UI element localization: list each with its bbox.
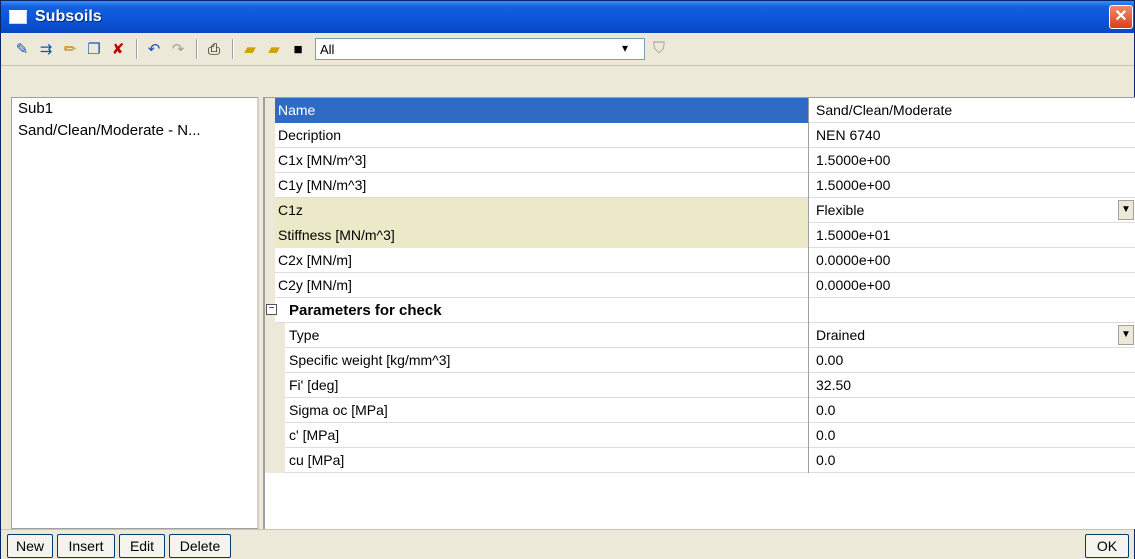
property-label: Fi' [deg] [285,373,809,398]
row-gutter [265,273,275,298]
property-row-name[interactable]: Name Sand/Clean/Moderate [265,98,1135,123]
row-gutter [265,98,275,123]
row-gutter [265,423,285,448]
row-gutter [265,198,275,223]
property-row-stiffness[interactable]: Stiffness [MN/m^3] 1.5000e+01 [265,223,1135,248]
property-row-specific-weight[interactable]: Specific weight [kg/mm^3] 0.00 [265,348,1135,373]
row-gutter [265,223,275,248]
save-disk-icon[interactable]: ■ [287,38,309,60]
window-icon [9,10,27,24]
new-button[interactable]: New [7,534,53,558]
property-label: C1y [MN/m^3] [275,173,809,198]
property-value[interactable]: Sand/Clean/Moderate [810,98,1135,123]
subsoils-window: Subsoils ✕ ✎ ⇉ ✏ ❐ ✘ ↶ ↷ ⎙ ▰ ▰ ■ All ▾ ⛉… [0,0,1135,559]
list-item[interactable]: Sand/Clean/Moderate - N... [12,120,257,142]
toolbar: ✎ ⇉ ✏ ❐ ✘ ↶ ↷ ⎙ ▰ ▰ ■ All ▾ ⛉ [1,33,1134,66]
property-value[interactable]: Drained [810,323,1135,348]
property-row-c1x[interactable]: C1x [MN/m^3] 1.5000e+00 [265,148,1135,173]
delete-icon[interactable]: ✘ [107,38,129,60]
property-row-c2x[interactable]: C2x [MN/m] 0.0000e+00 [265,248,1135,273]
property-row-c1z[interactable]: C1z Flexible ▼ [265,198,1135,223]
row-gutter [265,173,275,198]
group-label: Parameters for check [285,298,809,323]
property-value[interactable]: 0.0 [810,398,1135,423]
row-gutter [265,373,285,398]
property-grid: Name Sand/Clean/Moderate Decription NEN … [263,97,1135,529]
property-value[interactable]: 1.5000e+01 [810,223,1135,248]
property-value[interactable]: 0.0 [810,423,1135,448]
property-row-c-prime[interactable]: c' [MPa] 0.0 [265,423,1135,448]
filter-select[interactable]: All ▾ [315,38,645,60]
funnel-filter-icon[interactable]: ⛉ [653,40,665,58]
property-label: cu [MPa] [285,448,809,473]
dropdown-arrow-icon[interactable]: ▼ [1118,325,1134,345]
row-gutter [265,248,275,273]
row-gutter [265,448,285,473]
open-folder-icon[interactable]: ▰ [239,38,261,60]
delete-button[interactable]: Delete [169,534,231,558]
import-folder-icon[interactable]: ▰ [263,38,285,60]
property-label: Specific weight [kg/mm^3] [285,348,809,373]
undo-icon[interactable]: ↶ [143,38,165,60]
row-gutter [265,348,285,373]
ok-button[interactable]: OK [1085,534,1129,558]
property-row-c2y[interactable]: C2y [MN/m] 0.0000e+00 [265,273,1135,298]
subsoil-list: Sub1 Sand/Clean/Moderate - N... [11,97,259,529]
edit-pencil-icon[interactable]: ✏ [59,38,81,60]
filter-value: All [320,42,335,57]
property-label: Name [275,98,809,123]
property-row-fi[interactable]: Fi' [deg] 32.50 [265,373,1135,398]
property-value [810,298,1135,323]
property-label: C1x [MN/m^3] [275,148,809,173]
property-row-description[interactable]: Decription NEN 6740 [265,123,1135,148]
property-label: C2x [MN/m] [275,248,809,273]
row-gutter [265,323,285,348]
insert-icon[interactable]: ⇉ [35,38,57,60]
property-value[interactable]: 0.0 [810,448,1135,473]
property-value[interactable]: Flexible [810,198,1135,223]
property-label: Sigma oc [MPa] [285,398,809,423]
property-value[interactable]: 0.0000e+00 [810,248,1135,273]
close-button[interactable]: ✕ [1109,5,1133,29]
toolbar-separator [232,39,234,59]
button-bar: New Insert Edit Delete OK [1,529,1134,559]
toolbar-separator [196,39,198,59]
insert-button[interactable]: Insert [57,534,115,558]
property-label: c' [MPa] [285,423,809,448]
row-gutter [265,398,285,423]
chevron-down-icon[interactable]: ▾ [622,41,628,55]
new-record-icon[interactable]: ✎ [11,38,33,60]
property-value[interactable]: 32.50 [810,373,1135,398]
property-value[interactable]: 1.5000e+00 [810,148,1135,173]
property-label: C2y [MN/m] [275,273,809,298]
toolbar-separator [136,39,138,59]
property-value[interactable]: 0.00 [810,348,1135,373]
print-icon[interactable]: ⎙ [203,38,225,60]
list-item[interactable]: Sub1 [12,98,257,120]
property-label: Decription [275,123,809,148]
property-label: Type [285,323,809,348]
row-gutter [265,123,275,148]
property-value[interactable]: 0.0000e+00 [810,273,1135,298]
edit-button[interactable]: Edit [119,534,165,558]
collapse-icon[interactable]: − [266,304,277,315]
property-label: C1z [275,198,809,223]
window-title: Subsoils [35,8,102,25]
redo-icon[interactable]: ↷ [167,38,189,60]
property-row-c1y[interactable]: C1y [MN/m^3] 1.5000e+00 [265,173,1135,198]
property-row-sigma-oc[interactable]: Sigma oc [MPa] 0.0 [265,398,1135,423]
dropdown-arrow-icon[interactable]: ▼ [1118,200,1134,220]
property-row-cu[interactable]: cu [MPa] 0.0 [265,448,1135,473]
property-value[interactable]: 1.5000e+00 [810,173,1135,198]
property-label: Stiffness [MN/m^3] [275,223,809,248]
copy-icon[interactable]: ❐ [83,38,105,60]
property-group-parameters-for-check[interactable]: − Parameters for check [265,298,1135,323]
property-row-type[interactable]: Type Drained ▼ [265,323,1135,348]
row-gutter [265,148,275,173]
title-bar[interactable]: Subsoils ✕ [1,1,1134,33]
property-value[interactable]: NEN 6740 [810,123,1135,148]
